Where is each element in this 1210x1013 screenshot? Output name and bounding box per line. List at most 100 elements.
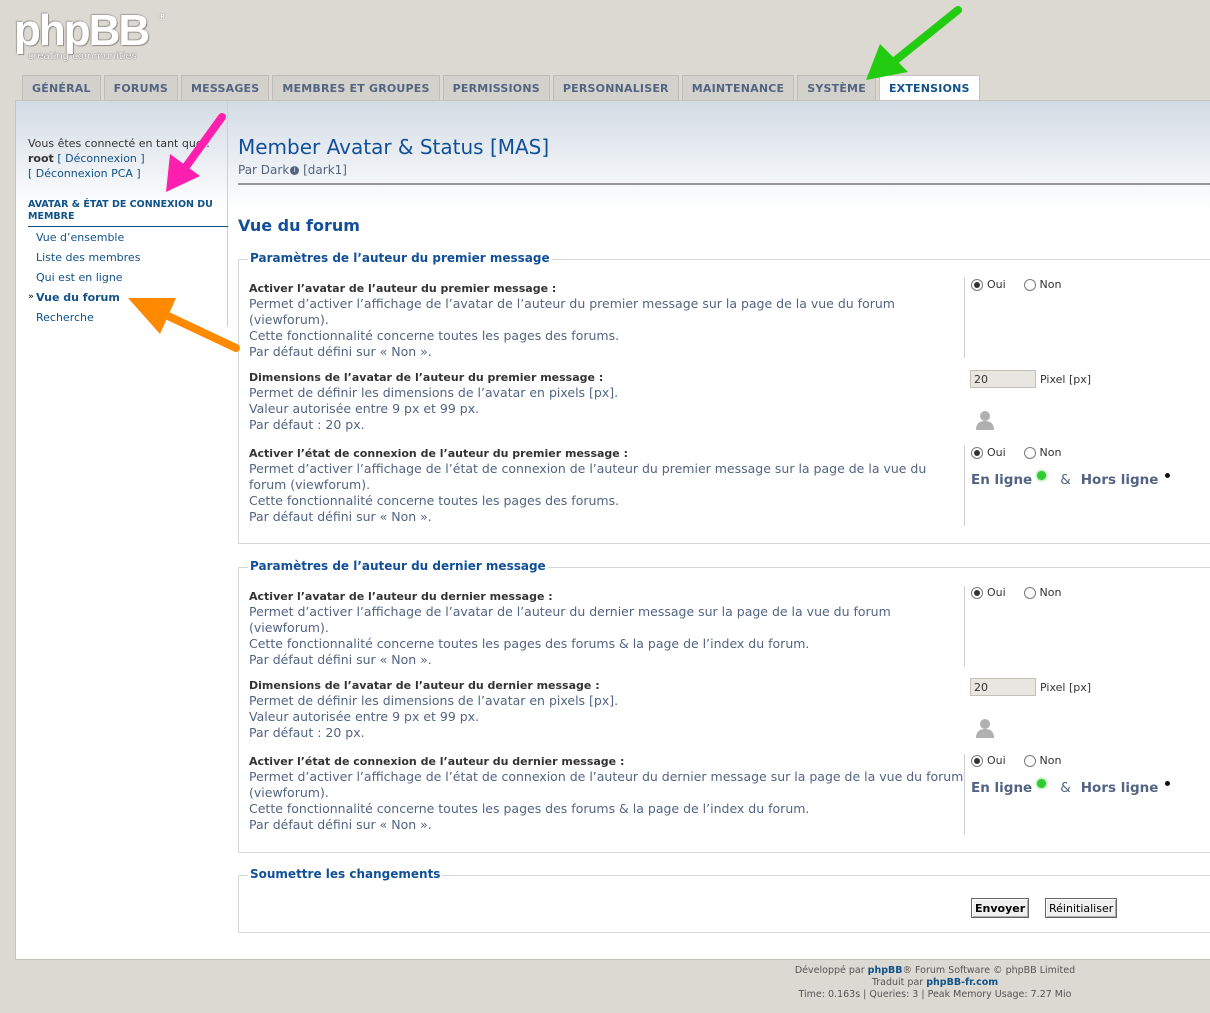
phpbb-logo: phpBB ® creating communities [14, 6, 174, 64]
setting-desc2: Cette fonctionnalité concerne toutes les… [249, 801, 810, 816]
setting-desc2: Cette fonctionnalité concerne toutes les… [249, 493, 620, 508]
tab-system[interactable]: SYSTÈME [797, 75, 876, 100]
sidebar: Vous êtes connecté en tant que : root [ … [16, 101, 228, 327]
radio-yes-label: Oui [987, 446, 1006, 459]
logout-link[interactable]: [ Déconnexion ] [57, 152, 144, 165]
page-title: Member Avatar & Status [MAS] [238, 135, 550, 159]
radio-yes[interactable]: Oui [971, 586, 1006, 599]
radio-unchecked-icon[interactable] [1023, 586, 1036, 599]
section-title: Vue du forum [238, 216, 360, 235]
radio-no[interactable]: Non [1023, 754, 1061, 767]
tab-extensions[interactable]: EXTENSIONS [878, 75, 980, 101]
setting-label: Activer l’état de connexion de l’auteur … [249, 755, 625, 768]
amp-label: & [1060, 779, 1071, 796]
radio-yes[interactable]: Oui [971, 446, 1006, 459]
sidebar-item-search[interactable]: Recherche [28, 307, 140, 327]
avatar-preview-icon [976, 719, 994, 738]
footer-text: Développé par [794, 965, 868, 976]
tab-forums[interactable]: FORUMS [103, 75, 178, 100]
submit-button[interactable]: Envoyer [971, 898, 1030, 918]
radio-unchecked-icon[interactable] [1023, 754, 1036, 767]
setting-default: Par défaut défini sur « Non ». [249, 509, 432, 524]
setting-row-last-avatar-size: Dimensions de l’avatar de l’auteur du de… [239, 678, 1210, 744]
logo-wordmark: phpBB [14, 6, 150, 55]
online-label: En ligne [971, 471, 1033, 488]
setting-label: Activer l’avatar de l’auteur du premier … [249, 282, 557, 295]
green-arrow-icon [866, 6, 962, 80]
sidebar-menu: Vue d’ensemble Liste des membres Qui est… [28, 227, 140, 327]
main-panel: Vous êtes connecté en tant que : root [ … [15, 100, 1210, 960]
fieldset-legend: Paramètres de l’auteur du dernier messag… [248, 559, 548, 573]
online-dot-icon [1037, 779, 1047, 788]
radio-no-label: Non [1039, 446, 1062, 459]
radio-unchecked-icon[interactable] [1023, 446, 1036, 459]
author-line: Par Dark i [dark1] [238, 163, 347, 177]
footer-text: Traduit par [871, 977, 927, 988]
author-handle: [dark1] [303, 163, 347, 177]
setting-desc2: Cette fonctionnalité concerne toutes les… [249, 636, 810, 651]
info-icon[interactable]: i [290, 166, 300, 175]
tab-members-groups[interactable]: MEMBRES ET GROUPES [272, 75, 440, 100]
avatar-size-input[interactable]: 20 [970, 370, 1036, 388]
footer-line1: Développé par phpBB® Forum Software © ph… [740, 965, 1130, 977]
setting-desc: Permet d’activer l’affichage de l’avatar… [249, 296, 895, 327]
fieldset-legend: Soumettre les changements [248, 867, 443, 881]
radio-no-label: Non [1039, 586, 1062, 599]
radio-unchecked-icon[interactable] [1023, 278, 1036, 291]
online-label: En ligne [971, 779, 1033, 796]
radio-checked-icon[interactable] [971, 586, 983, 599]
radio-checked-icon[interactable] [971, 754, 983, 767]
setting-desc2: Cette fonctionnalité concerne toutes les… [249, 328, 620, 343]
setting-default: Par défaut défini sur « Non ». [249, 652, 432, 667]
radio-yes-label: Oui [987, 754, 1006, 767]
logout-acp-link[interactable]: [ Déconnexion PCA ] [28, 166, 218, 181]
offline-label: Hors ligne [1080, 471, 1159, 488]
tab-general[interactable]: GÉNÉRAL [22, 75, 101, 100]
footer-text: ® Forum Software © phpBB Limited [902, 965, 1076, 976]
radio-checked-icon[interactable] [971, 446, 983, 459]
radio-yes-label: Oui [987, 278, 1006, 291]
username: root [28, 152, 54, 165]
radio-yes[interactable]: Oui [971, 754, 1006, 767]
footer-translator-link[interactable]: phpBB-fr.com [926, 977, 998, 988]
reset-button[interactable]: Réinitialiser [1045, 898, 1118, 918]
fieldset-legend: Paramètres de l’auteur du premier messag… [248, 251, 552, 265]
tab-messages[interactable]: MESSAGES [181, 75, 270, 100]
setting-label: Activer l’état de connexion de l’auteur … [249, 447, 628, 460]
avatar-size-input[interactable]: 20 [970, 678, 1036, 696]
radio-no[interactable]: Non [1023, 278, 1062, 291]
tab-customise[interactable]: PERSONNALISER [552, 75, 679, 100]
sidebar-item-who-is-online[interactable]: Qui est en ligne [28, 267, 140, 287]
sidebar-item-viewforum[interactable]: Vue du forum [28, 287, 140, 307]
setting-desc: Permet d’activer l’affichage de l’avatar… [249, 604, 891, 635]
radio-no[interactable]: Non [1023, 446, 1062, 459]
setting-row-last-avatar: Activer l’avatar de l’auteur du dernier … [239, 586, 1210, 667]
title-divider [238, 183, 1210, 185]
tab-maintenance[interactable]: MAINTENANCE [681, 75, 795, 100]
radio-yes[interactable]: Oui [971, 278, 1006, 291]
radio-no-label: Non [1039, 278, 1062, 291]
setting-default: Par défaut : 20 px. [249, 725, 365, 740]
offline-dot-icon [1165, 781, 1171, 786]
tab-permissions[interactable]: PERMISSIONS [442, 75, 550, 100]
setting-desc2: Valeur autorisée entre 9 px et 99 px. [249, 709, 480, 724]
offline-dot-icon [1165, 473, 1171, 478]
logo-tagline: creating communities [28, 51, 137, 62]
offline-label: Hors ligne [1080, 779, 1159, 796]
radio-no[interactable]: Non [1023, 586, 1062, 599]
unit-label: Pixel [px] [1040, 372, 1092, 386]
author-by: Par Dark [238, 163, 290, 177]
radio-checked-icon[interactable] [971, 278, 983, 291]
sidebar-item-memberlist[interactable]: Liste des membres [28, 247, 140, 267]
setting-desc2: Valeur autorisée entre 9 px et 99 px. [249, 401, 480, 416]
unit-label: Pixel [px] [1040, 680, 1092, 694]
acp-tabs: GÉNÉRAL FORUMS MESSAGES MEMBRES ET GROUP… [22, 75, 980, 101]
sidebar-menu-header: AVATAR & ÉTAT DE CONNEXION DU MEMBRE [28, 199, 228, 227]
setting-row-first-status: Activer l’état de connexion de l’auteur … [239, 446, 1210, 526]
amp-label: & [1060, 471, 1071, 488]
setting-label: Dimensions de l’avatar de l’auteur du pr… [249, 371, 604, 384]
fieldset-last-post-author: Paramètres de l’auteur du dernier messag… [238, 559, 1210, 853]
footer-phpbb-link[interactable]: phpBB [868, 965, 903, 976]
sidebar-item-overview[interactable]: Vue d’ensemble [28, 227, 140, 247]
avatar-preview-icon [976, 411, 994, 430]
